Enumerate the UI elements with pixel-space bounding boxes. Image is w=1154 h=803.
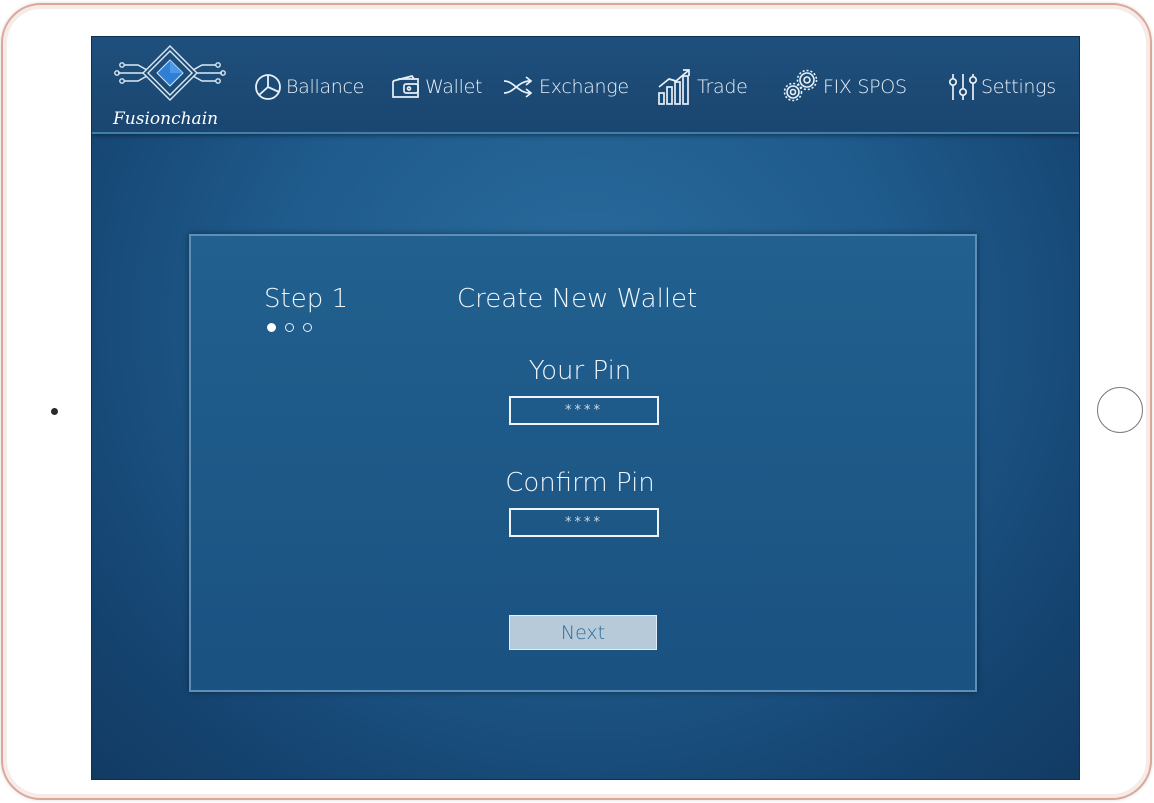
step-dot — [285, 323, 294, 332]
nav-label: Exchange — [539, 76, 629, 98]
top-navigation-bar: Fusionchain Ballance Wallet Exchange Tra — [92, 37, 1079, 134]
step-dot — [303, 323, 312, 332]
nav-label: Settings — [981, 76, 1056, 98]
fusionchain-logo-icon — [114, 45, 226, 101]
nav-label: Trade — [697, 76, 748, 98]
form-title: Create New Wallet — [457, 284, 698, 314]
nav-item-settings[interactable]: Settings — [948, 67, 1056, 107]
confirm-pin-label: Confirm Pin — [505, 468, 655, 498]
pie-chart-icon — [253, 72, 283, 102]
nav-item-exchange[interactable]: Exchange — [502, 67, 629, 107]
bar-chart-icon — [656, 67, 694, 107]
nav-item-fix-spos[interactable]: FIX SPOS — [780, 67, 907, 107]
next-button[interactable]: Next — [509, 615, 657, 650]
brand-name: Fusionchain — [113, 109, 219, 129]
your-pin-label: Your Pin — [528, 356, 632, 386]
brand-logo[interactable]: Fusionchain — [110, 41, 230, 129]
nav-item-ballance[interactable]: Ballance — [253, 67, 364, 107]
nav-label: Wallet — [425, 76, 483, 98]
home-button[interactable] — [1097, 387, 1143, 433]
confirm-pin-input[interactable] — [509, 508, 659, 537]
step-label: Step 1 — [264, 284, 349, 314]
shuffle-icon — [502, 73, 536, 101]
sliders-icon — [948, 71, 978, 103]
wallet-icon — [390, 73, 422, 101]
nav-label: Ballance — [286, 76, 365, 98]
step-dot-active — [267, 323, 276, 332]
your-pin-input[interactable] — [509, 396, 659, 425]
create-wallet-panel: Step 1 Create New Wallet Your Pin Confir… — [189, 234, 977, 692]
front-camera — [51, 408, 58, 415]
nav-item-wallet[interactable]: Wallet — [390, 67, 482, 107]
nav-label: FIX SPOS — [823, 76, 907, 98]
step-indicator — [267, 323, 312, 332]
gears-icon — [780, 69, 820, 105]
nav-item-trade[interactable]: Trade — [656, 67, 748, 107]
app-screen: Fusionchain Ballance Wallet Exchange Tra — [91, 36, 1080, 780]
